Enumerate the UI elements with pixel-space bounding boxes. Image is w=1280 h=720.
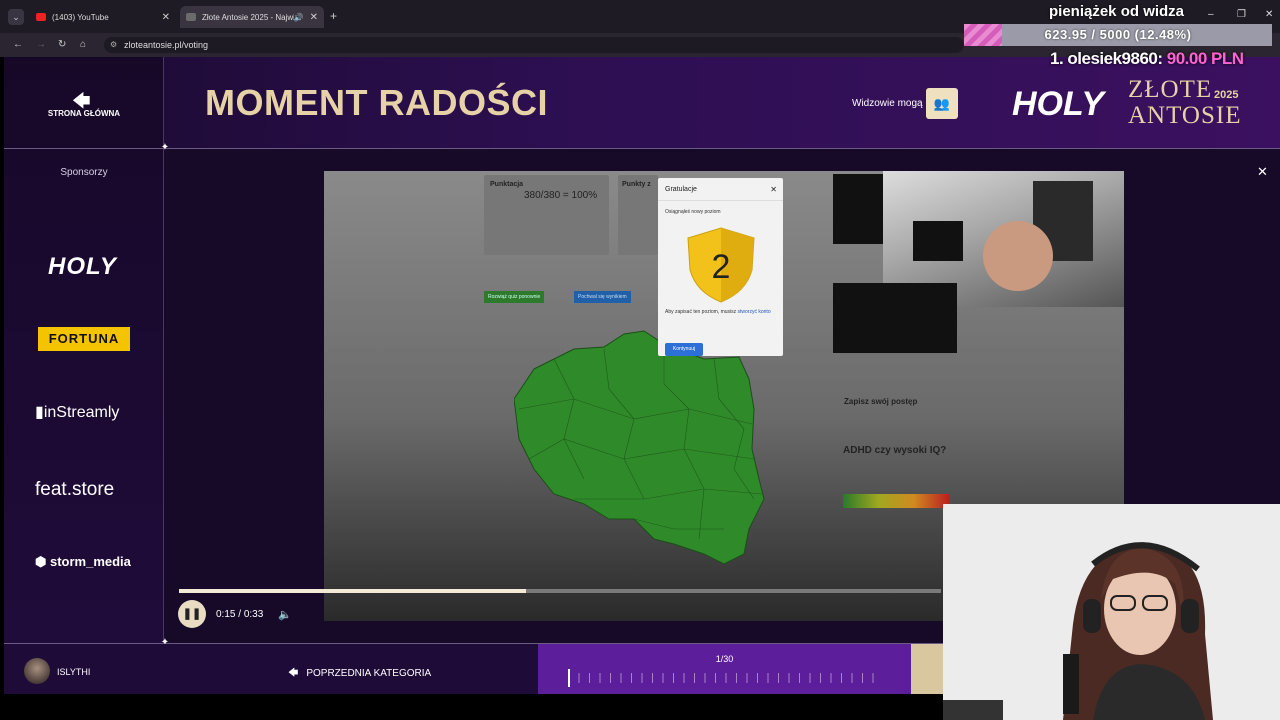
congrats-modal: Gratulacje ✕ Osiągnąłeś nowy poziom 2 Ab… xyxy=(658,178,783,356)
window-close-icon[interactable]: ✕ xyxy=(1265,9,1273,20)
forward-icon[interactable]: → xyxy=(36,39,46,50)
pause-button[interactable]: ❚❚ xyxy=(178,600,206,628)
modal-divider xyxy=(658,200,783,201)
score-card: Punktacja 380/380 = 100% xyxy=(484,175,609,255)
top-donor-name: 1. olesiek9860: xyxy=(1050,49,1163,68)
chair-shape xyxy=(913,221,963,261)
top-donor: 1. olesiek9860: 90.00 PLN xyxy=(1050,49,1244,69)
sponsor-logo-instreamly[interactable]: ▮inStreamly xyxy=(35,402,119,422)
share-result-button: Pochwal się wynikiem xyxy=(574,291,631,303)
donation-goal-title: pieniążek od widza xyxy=(1049,3,1185,20)
modal-title: Gratulacje xyxy=(665,186,697,193)
close-icon[interactable]: ✕ xyxy=(1257,164,1268,180)
tab-youtube[interactable]: (1403) YouTube ✕ xyxy=(30,6,176,28)
level-number: 2 xyxy=(712,248,731,286)
donation-goal-bar: 623.95 / 5000 (12.48%) xyxy=(964,24,1272,46)
points-card-title: Punkty z xyxy=(622,181,651,188)
url-field[interactable]: ⚙ zloteantosie.pl/voting xyxy=(104,37,964,53)
category-counter: 1/30 xyxy=(715,654,734,664)
sponsor-logo-fortuna[interactable]: FORTUNA xyxy=(38,327,130,351)
donation-goal-text: 623.95 / 5000 (12.48%) xyxy=(1044,27,1192,42)
video-time: 0:15 / 0:33 xyxy=(216,609,264,620)
arrow-left-icon: 🡄 xyxy=(288,668,299,679)
next-panel[interactable] xyxy=(911,644,946,694)
continue-button: Kontynuuj xyxy=(665,343,703,356)
viewers-label: Widzowie mogą xyxy=(852,98,923,109)
tab-close-icon[interactable]: ✕ xyxy=(162,12,170,23)
score-value: 380/380 = 100% xyxy=(524,190,598,201)
sponsor-logo-holy[interactable]: HOLY xyxy=(48,253,117,281)
category-ticks xyxy=(568,673,883,683)
sparkle-icon: ✦ xyxy=(160,142,170,153)
tab-list-chevron-icon[interactable]: ⌄ xyxy=(8,9,24,25)
brand-holy-logo: HOLY xyxy=(1012,85,1104,123)
video-progress-track[interactable] xyxy=(179,589,941,593)
level-shield-icon: 2 xyxy=(687,227,755,303)
streamer-webcam xyxy=(943,504,1280,720)
duration: 0:33 xyxy=(243,609,264,620)
dark-panel xyxy=(833,283,957,353)
score-card-title: Punktacja xyxy=(490,181,524,188)
youtube-icon xyxy=(36,13,46,21)
site-favicon-icon xyxy=(186,13,196,21)
previous-category-button[interactable]: 🡄 POPRZEDNIA KATEGORIA xyxy=(288,666,431,683)
streamer-webcam-image xyxy=(943,504,1280,720)
current-time: 0:15 xyxy=(216,609,236,620)
tab-zlote-antosie[interactable]: Złote Antosie 2025 - Najwię 🔊 ✕ xyxy=(180,6,324,28)
save-progress-heading: Zapisz swój postęp xyxy=(844,397,918,406)
sponsor-name: inStreamly xyxy=(43,404,120,421)
sponsor-logo-storm-media[interactable]: ⬢ storm_media xyxy=(35,554,131,570)
top-donor-amount: 90.00 PLN xyxy=(1166,49,1244,68)
modal-subtitle: Osiągnąłeś nowy poziom xyxy=(665,209,721,215)
category-title: MOMENT RADOŚCI xyxy=(205,82,548,123)
reload-icon[interactable]: ↻ xyxy=(58,39,66,50)
new-tab-icon[interactable]: + xyxy=(330,9,337,23)
maximize-icon[interactable]: ❐ xyxy=(1237,9,1246,20)
modal-message: Aby zapisać ten poziom, musisz stworzyć … xyxy=(665,309,777,316)
quiz-promo-title: ADHD czy wysoki IQ? xyxy=(843,445,947,456)
category-handle[interactable] xyxy=(568,669,570,687)
viewers-group-icon[interactable]: 👥 xyxy=(926,88,958,119)
back-icon[interactable]: ← xyxy=(13,39,23,50)
modal-close-icon: ✕ xyxy=(770,185,777,194)
tab-title: Złote Antosie 2025 - Najwię xyxy=(202,12,294,22)
sidebar: 🡄 STRONA GŁÓWNA Sponsorzy HOLY FORTUNA ▮… xyxy=(4,57,164,694)
brand-year: 2025 xyxy=(1214,89,1239,101)
brand-zlote-antosie-logo: ZŁOTE ANTOSIE xyxy=(1128,77,1241,129)
previous-category-label: POPRZEDNIA KATEGORIA xyxy=(306,668,432,679)
sponsor-name: storm_media xyxy=(49,554,131,569)
home-icon[interactable]: ⌂ xyxy=(80,39,86,50)
streamer-face-shape xyxy=(983,221,1053,291)
speaker-icon[interactable]: 🔊 xyxy=(294,13,304,22)
sponsor-logo-featstore[interactable]: feat.store xyxy=(35,479,114,501)
retry-quiz-button: Rozwiąż quiz ponownie xyxy=(484,291,545,303)
tab-close-icon[interactable]: ✕ xyxy=(310,12,318,23)
video-progress-fill xyxy=(179,589,526,593)
poland-map xyxy=(514,330,765,565)
url-text: zloteantosie.pl/voting xyxy=(124,40,209,50)
modal-message-text: Aby zapisać ten poziom, musisz xyxy=(665,309,737,315)
brand-line2: ANTOSIE xyxy=(1128,102,1242,129)
home-link[interactable]: STRONA GŁÓWNA xyxy=(4,109,164,118)
category-progress[interactable]: 1/30 xyxy=(538,644,911,694)
points-card: Punkty z xyxy=(618,175,658,255)
username[interactable]: ISLYTHI xyxy=(57,667,90,677)
volume-icon[interactable]: 🔈 xyxy=(278,608,292,621)
dark-panel xyxy=(833,174,883,244)
sponsors-heading: Sponsorzy xyxy=(60,167,108,178)
minimize-icon[interactable]: – xyxy=(1208,9,1214,20)
avatar[interactable] xyxy=(24,658,50,684)
create-account-link: stworzyć konto xyxy=(737,309,771,315)
header-divider xyxy=(4,148,1280,149)
tab-title: (1403) YouTube xyxy=(52,12,109,22)
adhd-scale-bar xyxy=(843,494,949,508)
site-info-icon[interactable]: ⚙ xyxy=(110,40,117,49)
